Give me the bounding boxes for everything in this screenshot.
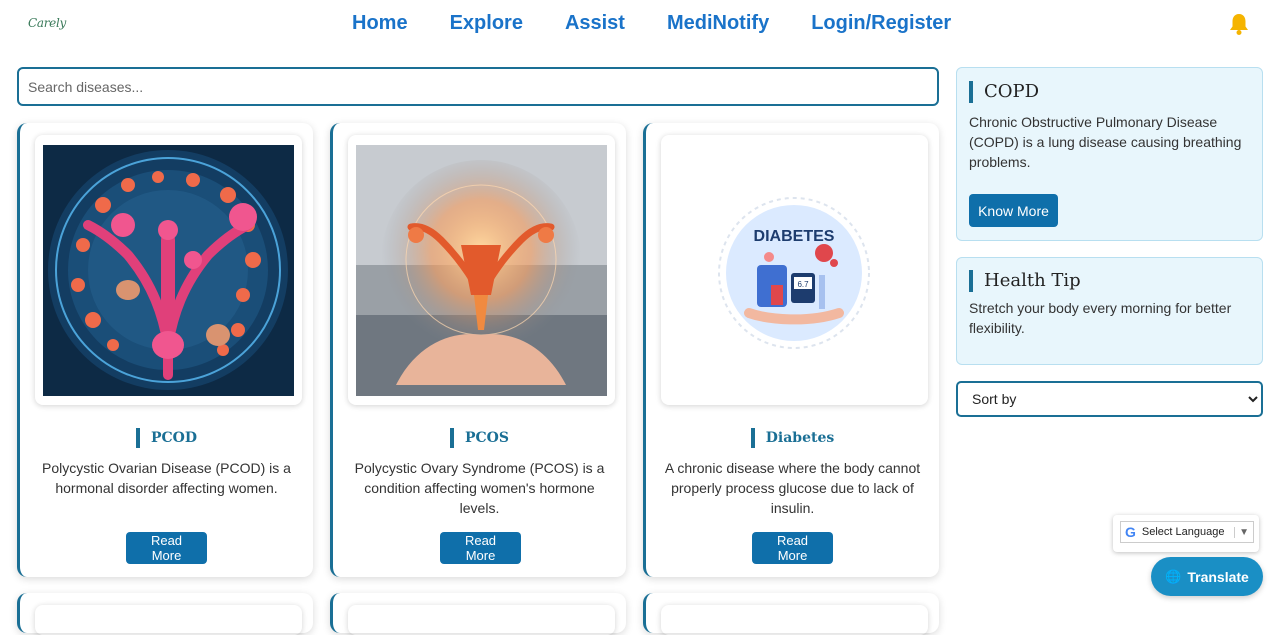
nav-home[interactable]: Home [352,12,408,35]
sort-select[interactable]: Sort by [956,381,1263,417]
diabetes-illustration: DIABETES 6.7 [669,145,920,396]
globe-icon: 🌐 [1165,568,1182,584]
featured-description: Chronic Obstructive Pulmonary Disease (C… [969,114,1242,170]
nav-login-register[interactable]: Login/Register [811,12,951,35]
featured-title: COPD [969,81,1039,103]
card-title-text: PCOS [450,428,509,448]
disease-card-partial [17,593,313,633]
disease-card-partial [643,593,939,633]
card-image-frame [661,605,928,635]
google-icon: G [1125,524,1136,540]
bell-icon[interactable] [1228,12,1250,36]
translate-button[interactable]: 🌐 Translate [1151,557,1263,596]
read-more-button[interactable]: Read More [126,532,207,564]
pcod-illustration [43,145,294,396]
card-description: A chronic disease where the body cannot … [664,460,921,516]
nav-explore[interactable]: Explore [450,12,523,35]
card-description: Polycystic Ovary Syndrome (PCOS) is a co… [354,460,605,516]
disease-card-diabetes: DIABETES 6.7 Diabetes A chronic disease … [643,123,939,577]
logo-text: Carely [28,16,66,30]
featured-disease-box: COPD Chronic Obstructive Pulmonary Disea… [956,67,1263,241]
disease-card-pcos: PCOS Polycystic Ovary Syndrome (PCOS) is… [330,123,626,577]
health-tip-title: Health Tip [969,270,1081,292]
language-select[interactable]: G Select Language ▼ [1120,521,1254,543]
card-image-frame: DIABETES 6.7 [661,135,928,405]
dropdown-arrow-icon: ▼ [1234,526,1253,538]
google-translate-widget: G Select Language ▼ [1113,515,1259,552]
card-image-frame [348,605,615,635]
svg-text:6.7: 6.7 [797,280,809,289]
translate-button-label: Translate [1187,568,1249,585]
nav-assist[interactable]: Assist [565,12,625,35]
health-tip-text: Stretch your body every morning for bett… [969,300,1232,336]
svg-text:DIABETES: DIABETES [754,228,835,245]
search-input[interactable] [17,67,939,106]
disease-card-pcod: PCOD Polycystic Ovarian Disease (PCOD) i… [17,123,313,577]
know-more-button[interactable]: Know More [969,194,1058,227]
card-image-frame [35,135,302,405]
read-more-button[interactable]: Read More [752,532,833,564]
card-title: PCOS [333,428,626,448]
card-image-frame [348,135,615,405]
card-image-frame [35,605,302,635]
main-nav: Home Explore Assist MediNotify Login/Reg… [352,12,993,35]
card-description: Polycystic Ovarian Disease (PCOD) is a h… [42,460,291,496]
card-title-text: Diabetes [750,428,834,448]
card-title: Diabetes [646,428,939,448]
nav-medinotify[interactable]: MediNotify [667,12,769,35]
disease-card-partial [330,593,626,633]
header: Carely Home Explore Assist MediNotify Lo… [0,0,1280,50]
language-select-label: Select Language [1141,526,1225,538]
pcos-illustration [356,145,607,396]
logo[interactable]: Carely [28,14,68,40]
card-title: PCOD [20,428,313,448]
read-more-button[interactable]: Read More [440,532,521,564]
health-tip-box: Health Tip Stretch your body every morni… [956,257,1263,365]
card-title-text: PCOD [135,428,197,448]
